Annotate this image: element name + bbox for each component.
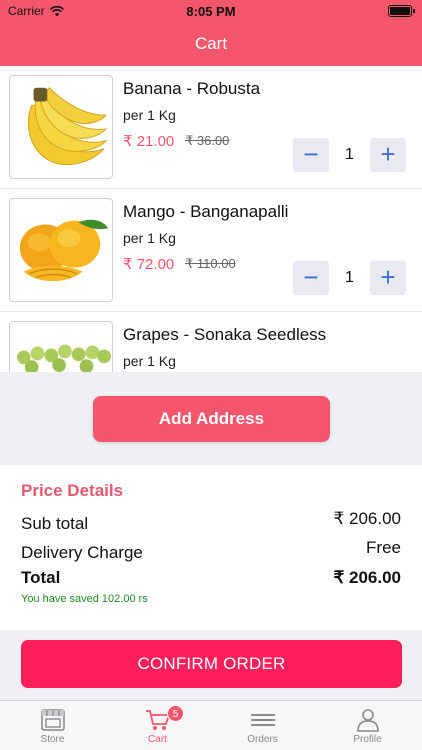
cart-item: Mango - Banganapalli per 1 Kg ₹ 72.00 ₹ … xyxy=(0,189,422,312)
confirm-order-button[interactable]: CONFIRM ORDER xyxy=(21,640,402,688)
savings-message: You have saved 102.00 rs xyxy=(21,593,148,605)
increase-quantity-button[interactable]: + xyxy=(370,261,406,295)
grapes-image xyxy=(9,321,113,372)
add-address-button[interactable]: Add Address xyxy=(93,396,330,442)
increase-quantity-button[interactable]: + xyxy=(370,138,406,172)
subtotal-value: ₹ 206.00 xyxy=(333,509,401,528)
quantity-value: 1 xyxy=(345,146,354,163)
price-details-panel: Price Details Sub total ₹ 206.00 Deliver… xyxy=(0,465,422,630)
tab-cart[interactable]: 5 Cart xyxy=(105,701,210,750)
delivery-charge-label: Delivery Charge xyxy=(21,543,143,562)
product-price: ₹ 72.00 xyxy=(123,256,175,273)
tab-profile-label: Profile xyxy=(353,734,382,745)
product-name: Banana - Robusta xyxy=(123,79,261,98)
page-title: Cart xyxy=(194,34,228,53)
profile-icon xyxy=(356,709,379,732)
quantity-value: 1 xyxy=(345,269,354,286)
delivery-charge-value: Free xyxy=(366,538,401,557)
tab-store-label: Store xyxy=(40,734,65,745)
decrease-quantity-button[interactable]: − xyxy=(293,261,329,295)
product-price: ₹ 21.00 xyxy=(123,133,175,150)
cart-item: Grapes - Sonaka Seedless per 1 Kg xyxy=(0,312,422,372)
total-value: ₹ 206.00 xyxy=(333,568,401,587)
banana-image xyxy=(9,75,113,179)
price-details-title: Price Details xyxy=(21,481,124,500)
subtotal-label: Sub total xyxy=(21,514,89,533)
tab-orders[interactable]: Orders xyxy=(210,701,315,750)
cart-count-badge: 5 xyxy=(167,705,184,722)
product-name: Mango - Banganapalli xyxy=(123,202,289,221)
product-mrp: ₹ 110.00 xyxy=(185,256,236,271)
battery-icon xyxy=(388,5,415,17)
decrease-quantity-button[interactable]: − xyxy=(293,138,329,172)
cart-list[interactable]: Banana - Robusta per 1 Kg ₹ 21.00 ₹ 36.0… xyxy=(0,66,422,372)
store-icon xyxy=(40,709,65,731)
product-unit: per 1 Kg xyxy=(123,353,176,369)
clock: 8:05 PM xyxy=(186,4,236,19)
status-bar: Carrier 8:05 PM xyxy=(0,0,422,22)
tab-cart-label: Cart xyxy=(148,734,167,745)
tab-store[interactable]: Store xyxy=(0,701,105,750)
quantity-stepper: − 1 + xyxy=(293,261,406,295)
orders-icon xyxy=(250,714,275,726)
product-mrp: ₹ 36.00 xyxy=(185,133,230,148)
product-unit: per 1 Kg xyxy=(123,230,176,246)
tab-orders-label: Orders xyxy=(247,734,278,745)
total-label: Total xyxy=(21,568,61,587)
product-unit: per 1 Kg xyxy=(123,107,176,123)
tab-bar: Store 5 Cart Orders Profile xyxy=(0,700,422,750)
nav-bar: Cart xyxy=(0,22,422,66)
product-name: Grapes - Sonaka Seedless xyxy=(123,325,327,344)
tab-profile[interactable]: Profile xyxy=(315,701,420,750)
cart-item: Banana - Robusta per 1 Kg ₹ 21.00 ₹ 36.0… xyxy=(0,66,422,189)
mango-image xyxy=(9,198,113,302)
quantity-stepper: − 1 + xyxy=(293,138,406,172)
